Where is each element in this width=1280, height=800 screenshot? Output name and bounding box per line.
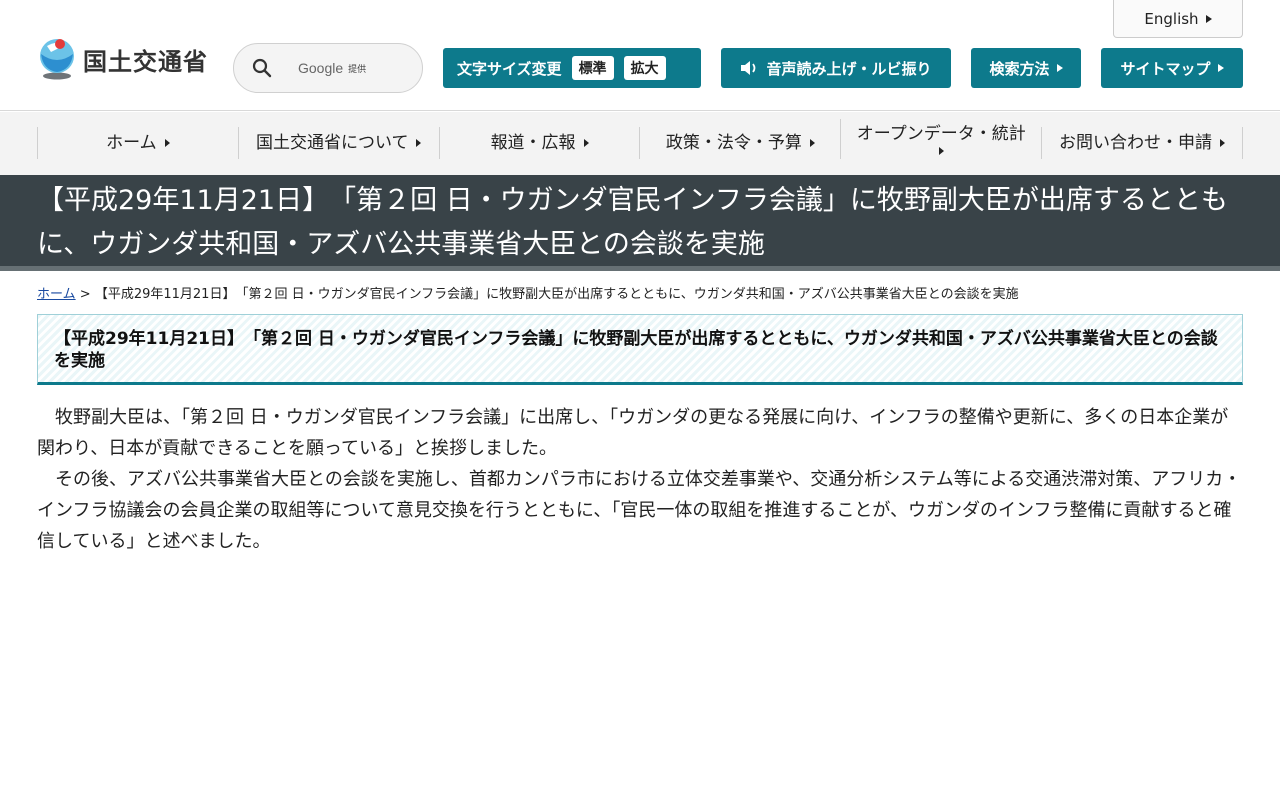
arrow-right-icon	[1205, 14, 1212, 23]
nav-item-about[interactable]: 国土交通省について	[237, 127, 439, 159]
article-heading: 【平成29年11月21日】 「第２回 日・ウガンダ官民インフラ会議」に牧野副大臣…	[37, 314, 1243, 385]
breadcrumb-separator: >	[79, 287, 91, 302]
nav-item-opendata[interactable]: オープンデータ・統計	[840, 119, 1041, 159]
nav-item-label: お問い合わせ・申請	[1059, 133, 1213, 153]
voice-ruby-button[interactable]: 音声読み上げ・ルビ振り	[721, 48, 951, 88]
search-method-button[interactable]: 検索方法	[971, 48, 1081, 88]
article-body: 牧野副大臣は、「第２回 日・ウガンダ官民インフラ会議」に出席し、「ウガンダの更な…	[37, 402, 1243, 557]
search-box[interactable]: Google 提供	[233, 43, 423, 93]
arrow-right-icon	[1220, 139, 1226, 147]
nav-item-label: オープンデータ・統計	[856, 124, 1026, 144]
arrow-right-icon	[416, 139, 422, 147]
breadcrumb-current: 【平成29年11月21日】 「第２回 日・ウガンダ官民インフラ会議」に牧野副大臣…	[94, 287, 1019, 302]
english-label: English	[1144, 9, 1199, 28]
logo-text: 国土交通省	[83, 47, 208, 76]
arrow-right-icon	[164, 139, 170, 147]
arrow-right-icon	[1056, 64, 1063, 72]
breadcrumb-home-link[interactable]: ホーム	[37, 287, 76, 302]
voice-ruby-label: 音声読み上げ・ルビ振り	[766, 59, 932, 78]
font-size-large-button[interactable]: 拡大	[623, 56, 666, 80]
provided-label: 提供	[348, 64, 367, 75]
speaker-icon	[741, 61, 756, 75]
nav-item-policy[interactable]: 政策・法令・予算	[639, 127, 840, 159]
arrow-right-icon	[583, 139, 589, 147]
mlit-logo-icon	[40, 39, 74, 80]
sitemap-label: サイトマップ	[1120, 59, 1211, 78]
nav-item-label: 政策・法令・予算	[665, 133, 802, 153]
arrow-right-icon	[1217, 64, 1224, 72]
sitemap-button[interactable]: サイトマップ	[1101, 48, 1243, 88]
arrow-right-icon	[809, 139, 815, 147]
nav-item-press[interactable]: 報道・広報	[438, 127, 640, 159]
body-paragraph: 牧野副大臣は、「第２回 日・ウガンダ官民インフラ会議」に出席し、「ウガンダの更な…	[37, 407, 1229, 459]
nav-item-home[interactable]: ホーム	[37, 127, 238, 159]
breadcrumb: ホーム > 【平成29年11月21日】 「第２回 日・ウガンダ官民インフラ会議」…	[37, 283, 1019, 302]
global-nav: ホーム 国土交通省について 報道・広報 政策・法令・予算 オープンデータ・統計 …	[0, 112, 1280, 175]
body-paragraph: その後、アズバ公共事業省大臣との会談を実施し、首都カンパラ市における立体交差事業…	[37, 469, 1242, 552]
nav-item-label: ホーム	[106, 133, 157, 153]
nav-item-label: 報道・広報	[490, 133, 576, 153]
nav-item-label: 国土交通省について	[255, 133, 409, 153]
font-size-label: 文字サイズ変更	[457, 59, 562, 78]
site-logo[interactable]: 国土交通省	[37, 36, 208, 82]
nav-item-contact[interactable]: お問い合わせ・申請	[1041, 127, 1243, 159]
page-title: 【平成29年11月21日】 「第２回 日・ウガンダ官民インフラ会議」に牧野副大臣…	[0, 175, 1280, 271]
search-method-label: 検索方法	[989, 59, 1050, 78]
google-label: Google	[298, 60, 344, 76]
site-header: 国土交通省 Google 提供 English 文字サイズ変更 標準 拡大 音声…	[0, 0, 1280, 111]
font-size-control: 文字サイズ変更 標準 拡大	[443, 48, 701, 88]
search-icon[interactable]	[252, 58, 272, 78]
font-size-standard-button[interactable]: 標準	[571, 56, 614, 80]
english-link[interactable]: English	[1113, 0, 1243, 38]
arrow-right-icon	[938, 147, 944, 155]
